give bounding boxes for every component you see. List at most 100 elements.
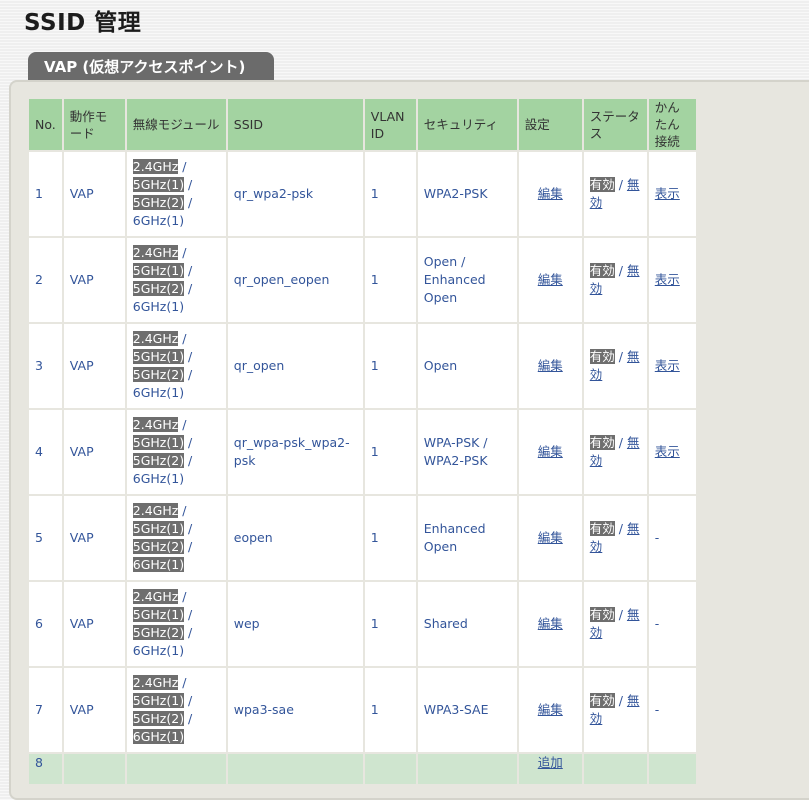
column-header-setting: 設定 (518, 99, 582, 150)
add-row-cell (126, 754, 226, 784)
module-label: 6GHz(1) (132, 471, 185, 486)
module-separator: / (184, 367, 193, 382)
row-modules: 2.4GHz /5GHz(1) /5GHz(2) /6GHz(1) (126, 238, 226, 322)
status-enabled-label[interactable]: 有効 (589, 349, 615, 364)
add-link[interactable]: 追加 (538, 755, 563, 770)
edit-link[interactable]: 編集 (538, 530, 563, 545)
module-label: 6GHz(1) (132, 299, 185, 314)
row-number: 8 (29, 754, 62, 784)
module-label: 2.4GHz (132, 675, 179, 690)
row-security: Shared (417, 582, 517, 666)
row-mode: VAP (63, 582, 125, 666)
row-number: 6 (29, 582, 62, 666)
row-ssid: eopen (227, 496, 363, 580)
page-title: SSID 管理 (24, 10, 142, 36)
module-label: 6GHz(1) (132, 385, 185, 400)
row-status: 有効 / 無効 (583, 152, 647, 236)
module-label: 5GHz(1) (132, 263, 185, 278)
row-easy-connect: - (648, 496, 696, 580)
security-label: WPA3-SAE (423, 702, 489, 717)
edit-link[interactable]: 編集 (538, 702, 563, 717)
easy-connect-show-link[interactable]: 表示 (655, 358, 680, 373)
row-ssid: qr_open_eopen (227, 238, 363, 322)
row-status: 有効 / 無効 (583, 582, 647, 666)
column-header-ssid: SSID (227, 99, 363, 150)
table-row-add: 8 追加 (29, 754, 696, 784)
row-setting: 編集 (518, 496, 582, 580)
row-security: Open / Enhanced Open (417, 238, 517, 322)
row-vlan-id: 1 (364, 324, 416, 408)
edit-link[interactable]: 編集 (538, 358, 563, 373)
module-separator: / (178, 589, 187, 604)
add-row-cell (583, 754, 647, 784)
column-header-vlan: VLAN ID (364, 99, 416, 150)
row-easy-connect: 表示 (648, 324, 696, 408)
row-easy-connect: 表示 (648, 410, 696, 494)
row-modules: 2.4GHz /5GHz(1) /5GHz(2) /6GHz(1) (126, 496, 226, 580)
module-separator: / (184, 521, 193, 536)
row-number: 2 (29, 238, 62, 322)
easy-connect-show-link[interactable]: 表示 (655, 272, 680, 287)
row-ssid: qr_wpa-psk_wpa2-psk (227, 410, 363, 494)
module-separator: / (184, 281, 193, 296)
module-label: 2.4GHz (132, 503, 179, 518)
table-row: 5 VAP 2.4GHz /5GHz(1) /5GHz(2) /6GHz(1) eop… (29, 496, 696, 580)
column-header-security: セキュリティ (417, 99, 517, 150)
module-separator: / (184, 195, 193, 210)
module-label: 5GHz(2) (132, 539, 185, 554)
add-row-cell (364, 754, 416, 784)
tab-vap[interactable]: VAP (仮想アクセスポイント) (28, 52, 274, 80)
module-label: 6GHz(1) (132, 557, 185, 572)
easy-connect-show-link[interactable]: 表示 (655, 186, 680, 201)
status-enabled-label[interactable]: 有効 (589, 435, 615, 450)
status-enabled-label[interactable]: 有効 (589, 263, 615, 278)
column-header-easy-connect: かんたん接続 (648, 99, 696, 150)
module-separator: / (184, 349, 193, 364)
row-easy-connect: - (648, 582, 696, 666)
status-enabled-label[interactable]: 有効 (589, 693, 615, 708)
status-enabled-label[interactable]: 有効 (589, 521, 615, 536)
easy-connect-show-link[interactable]: 表示 (655, 444, 680, 459)
row-number: 3 (29, 324, 62, 408)
status-separator: / (614, 693, 627, 708)
module-label: 5GHz(2) (132, 367, 185, 382)
row-status: 有効 / 無効 (583, 238, 647, 322)
edit-link[interactable]: 編集 (538, 186, 563, 201)
module-separator: / (178, 245, 187, 260)
module-label: 2.4GHz (132, 245, 179, 260)
add-row-cell (63, 754, 125, 784)
module-label: 2.4GHz (132, 159, 179, 174)
module-separator: / (178, 503, 187, 518)
table-row: 2 VAP 2.4GHz /5GHz(1) /5GHz(2) /6GHz(1) qr_… (29, 238, 696, 322)
module-separator: / (184, 607, 193, 622)
row-vlan-id: 1 (364, 668, 416, 752)
row-vlan-id: 1 (364, 410, 416, 494)
add-row-cell (417, 754, 517, 784)
edit-link[interactable]: 編集 (538, 616, 563, 631)
row-setting: 編集 (518, 238, 582, 322)
row-ssid: wep (227, 582, 363, 666)
module-label: 5GHz(2) (132, 195, 185, 210)
module-separator: / (184, 177, 193, 192)
row-setting: 編集 (518, 152, 582, 236)
row-mode: VAP (63, 324, 125, 408)
module-label: 6GHz(1) (132, 729, 185, 744)
row-modules: 2.4GHz /5GHz(1) /5GHz(2) /6GHz(1) (126, 324, 226, 408)
edit-link[interactable]: 編集 (538, 272, 563, 287)
status-enabled-label[interactable]: 有効 (589, 177, 615, 192)
row-mode: VAP (63, 496, 125, 580)
row-vlan-id: 1 (364, 152, 416, 236)
table-row: 3 VAP 2.4GHz /5GHz(1) /5GHz(2) /6GHz(1) qr_… (29, 324, 696, 408)
module-label: 5GHz(1) (132, 521, 185, 536)
edit-link[interactable]: 編集 (538, 444, 563, 459)
column-header-status: ステータス (583, 99, 647, 150)
row-number: 7 (29, 668, 62, 752)
module-separator: / (184, 263, 193, 278)
row-number: 1 (29, 152, 62, 236)
row-security: Open (417, 324, 517, 408)
status-enabled-label[interactable]: 有効 (589, 607, 615, 622)
security-label: WPA2-PSK (423, 453, 488, 468)
module-separator: / (178, 417, 187, 432)
module-separator: / (184, 453, 193, 468)
module-label: 6GHz(1) (132, 213, 185, 228)
